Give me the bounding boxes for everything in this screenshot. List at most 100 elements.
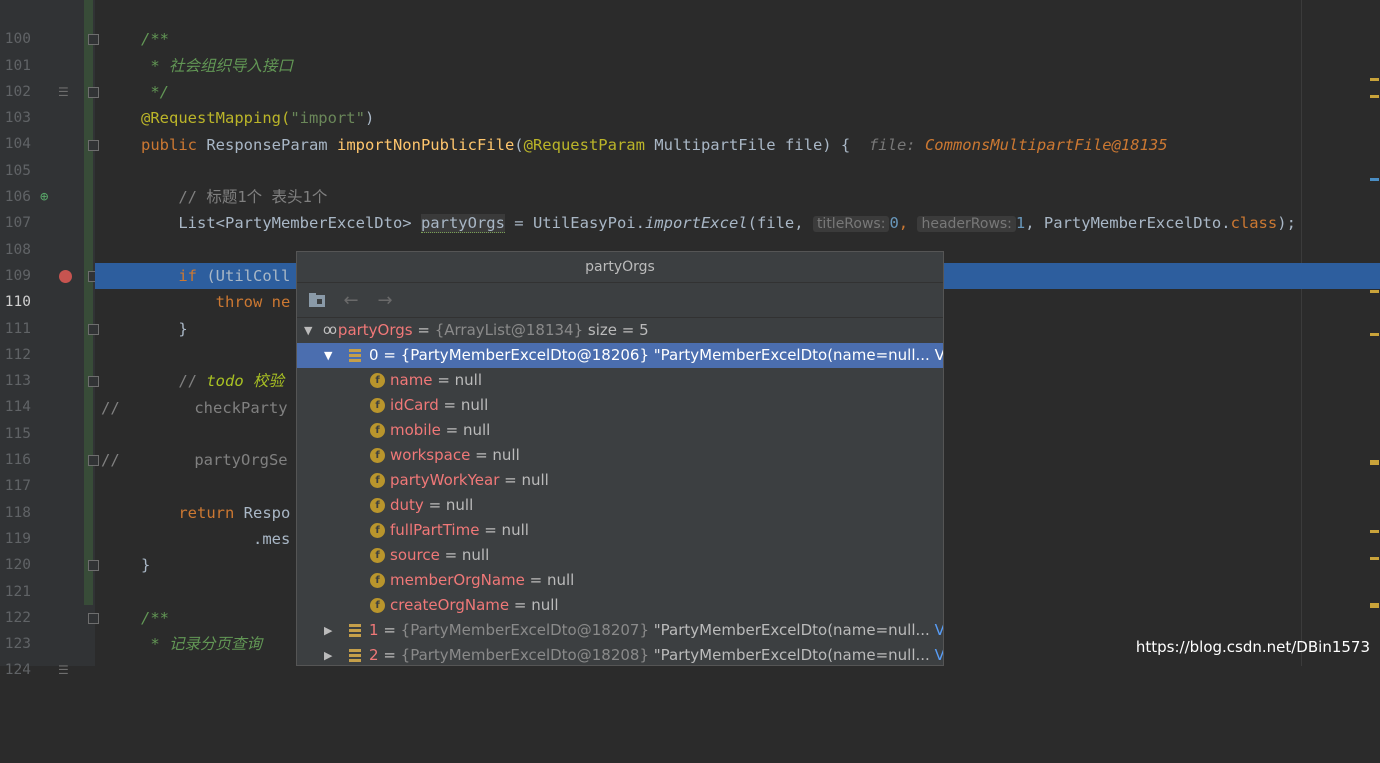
view-link[interactable]: View — [930, 346, 943, 364]
array-element-icon — [349, 649, 361, 662]
collapsed-arrow-icon[interactable]: ▶ — [324, 643, 332, 665]
variable-partyOrgs[interactable]: partyOrgs — [420, 214, 505, 234]
field-icon: f — [370, 573, 385, 588]
keyword: return — [178, 503, 244, 522]
annotation: @RequestParam — [523, 135, 645, 154]
element-index: 2 — [369, 646, 379, 664]
breakpoint-icon[interactable] — [59, 263, 72, 289]
field-icon: f — [370, 448, 385, 463]
debug-value-popup[interactable]: partyOrgs ← → ▼ oo partyOrgs = {ArrayList… — [296, 251, 944, 666]
field-name: fullPartTime — [390, 521, 480, 539]
number-literal: 0 — [889, 214, 899, 233]
field-name: workspace — [390, 446, 471, 464]
field-icon: f — [370, 548, 385, 563]
tree-field-row[interactable]: f source = null — [297, 543, 943, 568]
object-type: {ArrayList@18134} — [434, 321, 584, 339]
code-text: (file, — [747, 214, 813, 233]
tostring-value: "PartyMemberExcelDto(name=null... — [649, 346, 930, 364]
field-name: partyWorkYear — [390, 471, 500, 489]
tree-node-item-0[interactable]: ▼ 0 = {PartyMemberExcelDto@18206} "Party… — [297, 343, 943, 368]
keyword: if — [178, 267, 207, 285]
add-to-watches-button[interactable] — [307, 290, 327, 310]
equals: = — [378, 646, 401, 664]
tree-node-item-1[interactable]: ▶ 1 = {PartyMemberExcelDto@18207} "Party… — [297, 618, 943, 643]
view-link[interactable]: View — [930, 621, 943, 639]
number-literal: 1 — [1015, 214, 1026, 233]
tree-node-root[interactable]: ▼ oo partyOrgs = {ArrayList@18134} size =… — [297, 318, 943, 343]
paren: ( — [514, 135, 524, 154]
keyword: throw — [215, 293, 272, 312]
field-name: duty — [390, 496, 424, 514]
todo-comment: todo 校验 — [206, 372, 284, 391]
field-value: = null — [438, 396, 489, 414]
method-name: importNonPublicFile — [336, 135, 515, 154]
tree-field-row[interactable]: f memberOrgName = null — [297, 568, 943, 593]
tree-field-row[interactable]: f partyWorkYear = null — [297, 468, 943, 493]
code-line: 107 // 标题1个 表头1个 — [0, 184, 1380, 231]
tree-field-row[interactable]: f fullPartTime = null — [297, 518, 943, 543]
code-text: Respo — [243, 503, 291, 522]
string-literal: "import" — [290, 109, 365, 128]
javadoc-end: */ — [141, 82, 169, 101]
doc-comment-icon[interactable]: ☰ — [58, 657, 69, 683]
field-value: = null — [440, 421, 491, 439]
watermark-text: https://blog.csdn.net/DBin1573 — [1135, 638, 1370, 656]
line-comment: // 标题1个 表头1个 — [178, 188, 328, 207]
field-icon: f — [370, 598, 385, 613]
back-arrow-icon[interactable]: ← — [341, 290, 361, 311]
code-line: 101 ☰ /** — [0, 26, 1380, 99]
field-icon: f — [370, 498, 385, 513]
size-text: size = 5 — [583, 321, 649, 339]
folder-icon — [309, 293, 325, 307]
code-line: 102 * 社会组织导入接口 — [0, 53, 1380, 100]
javadoc-start: /** — [141, 30, 169, 49]
field-value: = null — [470, 446, 520, 464]
field-value: = null — [509, 596, 559, 614]
field-value: = null — [479, 521, 529, 539]
tree-field-row[interactable]: f idCard = null — [297, 393, 943, 418]
view-link[interactable]: View — [930, 646, 943, 664]
code-text: .mes — [252, 530, 291, 548]
field-name: name — [390, 371, 433, 389]
object-type: {PartyMemberExcelDto@18206} — [400, 346, 649, 364]
param-hint: headerRows: — [917, 216, 1016, 233]
commented-code: partyOrgSe — [119, 451, 288, 470]
tostring-value: "PartyMemberExcelDto(name=null... — [649, 621, 930, 639]
collapsed-arrow-icon[interactable]: ▶ — [324, 618, 332, 643]
array-element-icon — [349, 349, 361, 362]
param-hint: titleRows: — [812, 216, 890, 233]
element-index: 0 — [369, 346, 379, 364]
code-line: 100 — [0, 0, 1380, 47]
forward-arrow-icon[interactable]: → — [375, 290, 395, 311]
javadoc-text: * 社会组织导入接口 — [141, 56, 293, 75]
keyword: public — [141, 135, 207, 154]
javadoc-text: * 记录分页查询 — [141, 635, 262, 654]
tree-node-item-2[interactable]: ▶ 2 = {PartyMemberExcelDto@18208} "Party… — [297, 643, 943, 665]
line-number: 124 — [4, 662, 31, 679]
javadoc-start: /** — [141, 608, 169, 627]
tree-field-row[interactable]: f name = null — [297, 368, 943, 393]
tree-field-row[interactable]: f mobile = null — [297, 418, 943, 443]
equals: = — [412, 321, 435, 339]
tree-field-row[interactable]: f duty = null — [297, 493, 943, 518]
line-comment: // — [101, 451, 120, 470]
field-icon: f — [370, 423, 385, 438]
element-index: 1 — [369, 621, 379, 639]
field-value: = null — [439, 546, 490, 564]
tree-field-row[interactable]: f workspace = null — [297, 443, 943, 468]
field-icon: f — [370, 373, 385, 388]
code-line: 103 */ — [0, 79, 1380, 126]
tree-field-row[interactable]: f createOrgName = null — [297, 593, 943, 618]
static-method: importExcel — [644, 214, 748, 233]
field-name: idCard — [390, 396, 439, 414]
popup-title[interactable]: partyOrgs — [297, 252, 943, 283]
expanded-arrow-icon[interactable]: ▼ — [304, 318, 312, 343]
type-name: ResponseParam — [206, 135, 337, 154]
code-line: 106 — [0, 158, 1380, 205]
expanded-arrow-icon[interactable]: ▼ — [324, 343, 332, 368]
array-element-icon — [349, 624, 361, 637]
field-value: = null — [423, 496, 474, 514]
field-name: source — [390, 546, 440, 564]
object-type: {PartyMemberExcelDto@18207} — [400, 621, 649, 639]
inline-debug-value[interactable]: file: CommonsMultipartFile@18135 — [869, 136, 1168, 154]
